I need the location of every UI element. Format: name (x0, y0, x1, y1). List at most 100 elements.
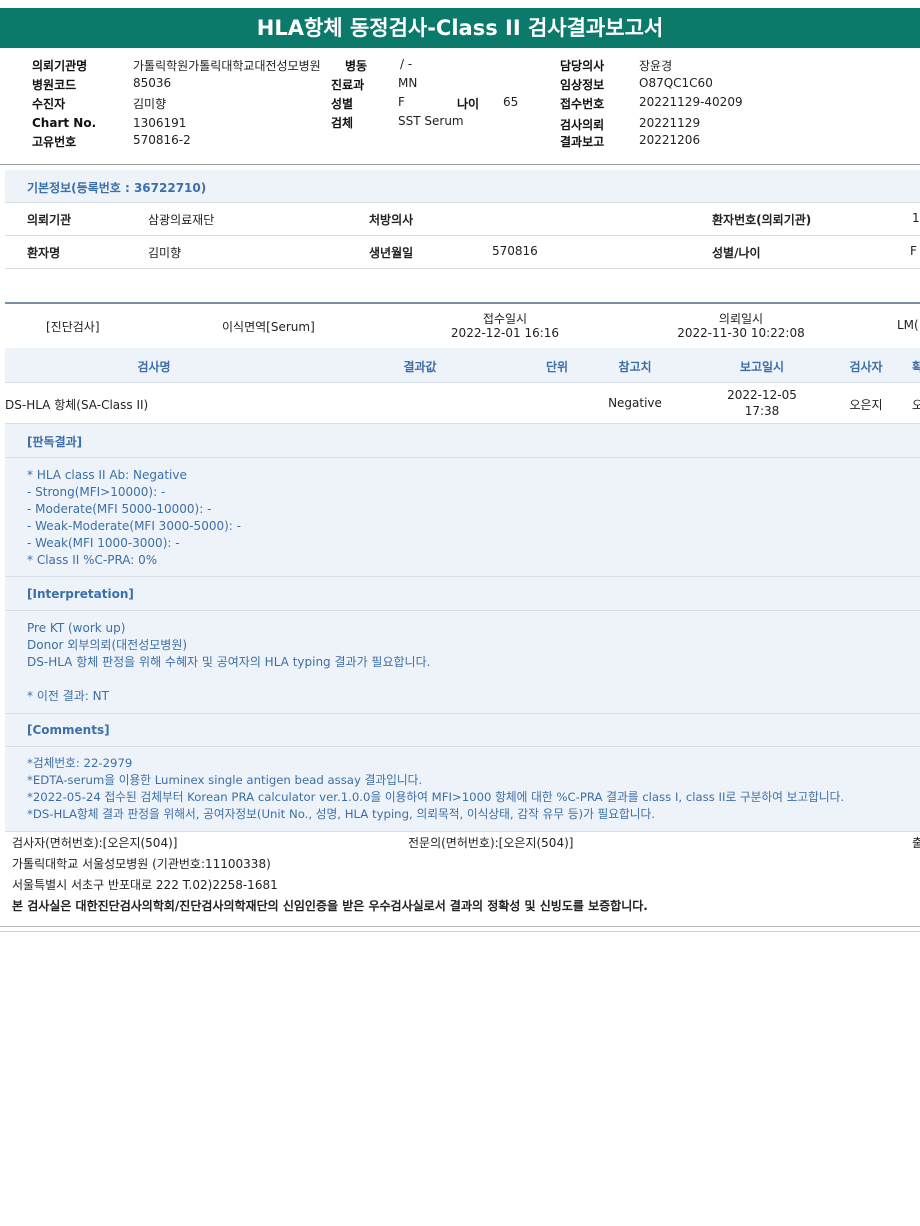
recv-label: 접수일시 (482, 312, 528, 326)
dept-label: 진료과 (331, 78, 365, 92)
bottom-divider (0, 926, 920, 927)
th-test-name: 검사명 (137, 360, 171, 374)
result-tester: 오은지 (849, 398, 883, 412)
doctor-value: 장윤경 (639, 59, 673, 73)
unique-label: 고유번호 (32, 135, 77, 149)
sexage-label: 성별/나이 (712, 246, 761, 260)
interpretation-line: DS-HLA 항체 판정을 위해 수혜자 및 공여자의 HLA typing 결… (27, 655, 431, 669)
req-org-label: 의뢰기관명 (32, 59, 88, 73)
age-label: 나이 (457, 97, 480, 111)
interp-line: * HLA class II Ab: Negative (27, 468, 187, 482)
interpretation-lines: Pre KT (work up) Donor 외부의뢰(대전성모병원) DS-H… (27, 620, 430, 705)
comment-line: *2022-05-24 접수된 검체부터 Korean PRA calculat… (27, 790, 845, 804)
dob-label: 생년월일 (369, 246, 414, 260)
interp-line: - Strong(MFI>10000): - (27, 485, 166, 499)
dob-value: 570816 (492, 244, 538, 258)
doctor-label: 담당의사 (560, 59, 605, 73)
th-result: 결과값 (403, 360, 437, 374)
patno-label: 환자번호(의뢰기관) (712, 213, 812, 227)
recv-value: 2022-12-01 16:16 (450, 326, 560, 340)
bottom-divider (0, 931, 920, 932)
patno-value: 1 (912, 211, 920, 225)
row-divider (5, 746, 920, 747)
report-title: HLA항체 동정검사-Class II 검사결과보고서 (0, 8, 920, 48)
interp-line: - Weak(MFI 1000-3000): - (27, 536, 180, 550)
result-report-time: 17:38 (744, 404, 780, 418)
footer-specialist: 전문의(면허번호):[오은지(504)] (408, 836, 574, 850)
hosp-code-value: 85036 (133, 76, 172, 90)
patient-value: 김미향 (133, 97, 167, 111)
interp-line: - Weak-Moderate(MFI 3000-5000): - (27, 519, 241, 533)
interp-line: - Moderate(MFI 5000-10000): - (27, 502, 212, 516)
row-divider (5, 831, 920, 832)
result-confirm: 오 (912, 398, 920, 412)
row-divider (5, 235, 920, 236)
comments-title: [Comments] (27, 723, 110, 737)
row-divider (5, 713, 920, 714)
interp-title: [판독결과] (27, 435, 83, 449)
row-divider (5, 202, 920, 203)
receipt-label: 접수번호 (560, 97, 605, 111)
row-divider (5, 457, 920, 458)
footer-hospital: 가톨릭대학교 서울성모병원 (기관번호:11100338) (12, 857, 271, 871)
interpretation-title: [Interpretation] (27, 587, 134, 601)
interpretation-line: Pre KT (work up) (27, 621, 126, 635)
footer-cert: 본 검사실은 대한진단검사의학회/진단검사의학재단의 신임인증을 받은 우수검사… (12, 899, 648, 913)
footer-right-cut: 출 (912, 836, 920, 850)
result-label: 결과보고 (560, 135, 605, 149)
age-value: 65 (503, 95, 519, 109)
row-divider (5, 268, 920, 269)
dept-value: MN (398, 76, 418, 90)
interp-line: * Class II %C-PRA: 0% (27, 553, 158, 567)
th-unit: 단위 (545, 360, 569, 374)
result-test-name: DS-HLA 항체(SA-Class II) (5, 398, 149, 412)
header-divider (0, 164, 920, 165)
exam-right-cut: LM( (897, 318, 919, 332)
basic-info-title: 기본정보(등록번호 : 36722710) (27, 181, 207, 195)
sex-value: F (398, 95, 405, 109)
sex-label: 성별 (331, 97, 354, 111)
req-inst-label: 의뢰기관 (27, 213, 72, 227)
interpretation-line (27, 671, 430, 688)
test-req-value: 20221129 (639, 116, 701, 130)
req-inst-value: 삼광의료재단 (148, 213, 215, 227)
row-divider (5, 382, 920, 383)
comment-line: *EDTA-serum을 이용한 Luminex single antigen … (27, 773, 423, 787)
chart-value: 1306191 (133, 116, 187, 130)
result-report-date: 2022-12-05 (727, 388, 797, 402)
row-divider (5, 576, 920, 577)
sexage-value: F (910, 244, 917, 258)
req-org-value: 가톨릭학원가톨릭대학교대전성모병원 (133, 59, 321, 73)
unique-value: 570816-2 (133, 133, 191, 147)
comment-line: *DS-HLA항체 결과 판정을 위해서, 공여자정보(Unit No., 성명… (27, 807, 656, 821)
result-ref-cell: Negative (608, 396, 662, 410)
exam-type: 이식면역[Serum] (222, 320, 315, 334)
row-divider (5, 610, 920, 611)
receipt-value: 20221129-40209 (639, 95, 743, 109)
presc-label: 처방의사 (369, 213, 414, 227)
name-label: 환자명 (27, 246, 61, 260)
th-ref: 참고치 (618, 360, 652, 374)
req-label: 의뢰일시 (718, 312, 764, 326)
th-confirm: 확 (912, 360, 920, 374)
req-value: 2022-11-30 10:22:08 (677, 326, 805, 340)
test-req-label: 검사의뢰 (560, 118, 605, 132)
interpretation-line: * 이전 결과: NT (27, 689, 109, 703)
specimen-label: 검체 (331, 116, 354, 130)
name-value: 김미향 (148, 246, 182, 260)
specimen-value: SST Serum (398, 114, 464, 128)
section-divider (5, 302, 920, 304)
comment-line: *검체번호: 22-2979 (27, 756, 133, 770)
clinical-label: 임상정보 (560, 78, 605, 92)
patient-label: 수진자 (32, 97, 66, 111)
chart-label: Chart No. (32, 116, 97, 130)
comments-lines: *검체번호: 22-2979 *EDTA-serum을 이용한 Luminex … (27, 755, 844, 823)
th-tester: 검사자 (849, 360, 883, 374)
ward-value: / - (400, 57, 413, 71)
exam-category: [진단검사] (46, 320, 100, 334)
row-divider (5, 423, 920, 424)
interpretation-line: Donor 외부의뢰(대전성모병원) (27, 638, 188, 652)
ward-label: 병동 (345, 59, 368, 73)
result-value: 20221206 (639, 133, 701, 147)
th-report-date: 보고일시 (739, 360, 785, 374)
